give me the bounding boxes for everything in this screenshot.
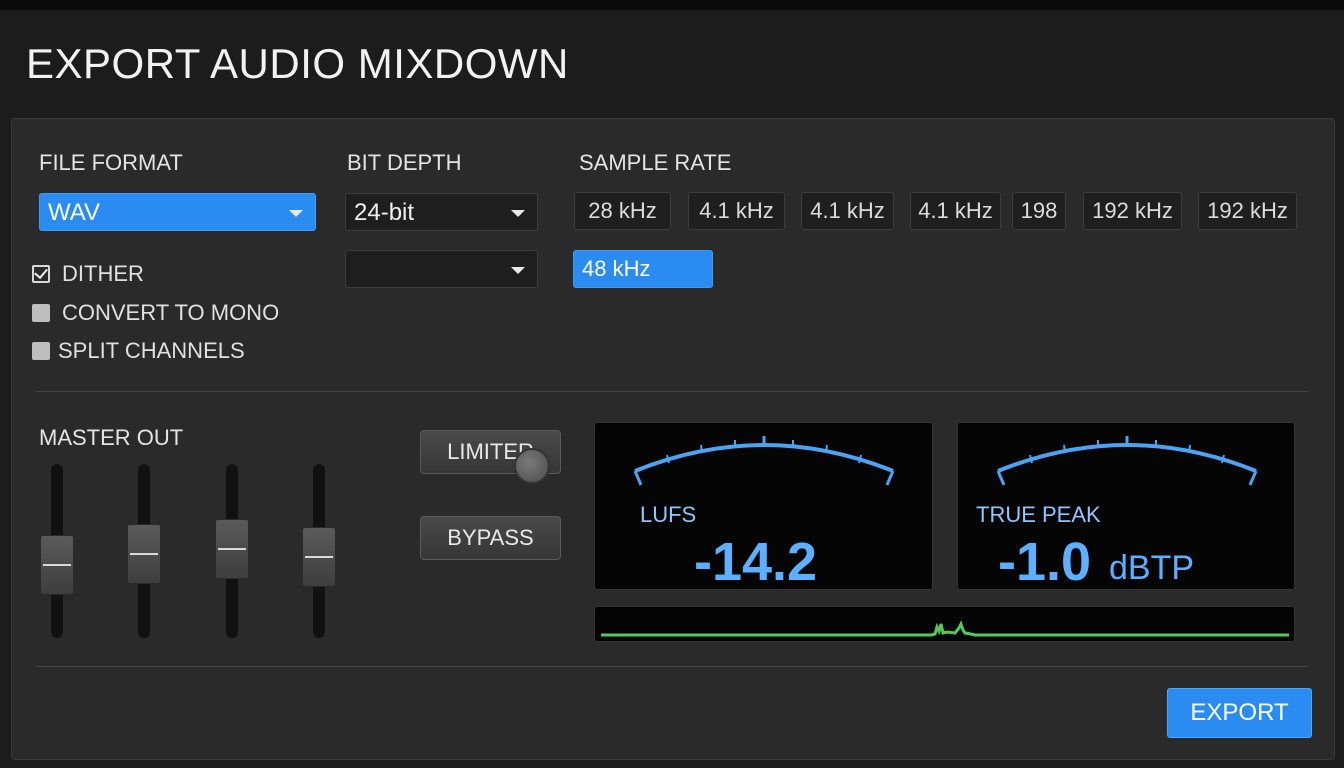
master-fader-4[interactable]: [302, 526, 336, 587]
waveform-display: [594, 606, 1295, 642]
sample-rate-chip[interactable]: 4.1 kHz: [801, 192, 894, 230]
master-out-label: MASTER OUT: [39, 425, 184, 450]
window-top-bar: [0, 0, 1344, 10]
export-button[interactable]: EXPORT: [1167, 688, 1312, 738]
lufs-meter: LUFS -14.2: [594, 422, 933, 592]
checkbox-checked-icon: [32, 265, 50, 283]
lufs-value: -14.2: [694, 532, 818, 592]
convert-to-mono-checkbox[interactable]: CONVERT TO MONO: [32, 300, 279, 326]
file-format-value: WAV: [48, 199, 100, 226]
master-fader-2[interactable]: [127, 524, 161, 585]
chevron-down-icon: [511, 210, 525, 217]
sample-rate-chip[interactable]: 28 kHz: [574, 192, 671, 230]
bit-depth-value: 24-bit: [354, 199, 415, 226]
checkbox-unchecked-icon: [32, 304, 50, 322]
section-divider: [36, 666, 1308, 667]
export-label: EXPORT: [1190, 699, 1289, 726]
true-peak-value: -1.0: [998, 532, 1092, 592]
waveform-line: [601, 620, 1289, 637]
dither-checkbox[interactable]: DITHER: [32, 261, 144, 287]
chevron-down-icon: [511, 267, 525, 274]
sample-rate-chip-selected[interactable]: 48 kHz: [573, 250, 713, 288]
split-channels-label: SPLIT CHANNELS: [58, 338, 245, 363]
convert-to-mono-label: CONVERT TO MONO: [62, 300, 280, 325]
checkbox-unchecked-icon: [32, 342, 50, 360]
limiter-knob[interactable]: [514, 448, 550, 484]
bit-depth-dropdown[interactable]: 24-bit: [345, 193, 538, 231]
file-format-label: FILE FORMAT: [39, 150, 183, 175]
true-peak-unit: dBTP: [1109, 549, 1195, 587]
file-format-dropdown[interactable]: WAV: [39, 193, 316, 231]
section-divider: [36, 391, 1308, 392]
bypass-label: BYPASS: [447, 525, 534, 550]
sample-rate-chip[interactable]: 192 kHz: [1083, 192, 1182, 230]
sample-rate-chip[interactable]: 4.1 kHz: [910, 192, 1001, 230]
sample-rate-chip[interactable]: 192 kHz: [1198, 192, 1297, 230]
sample-rate-chip[interactable]: 4.1 kHz: [688, 192, 785, 230]
bit-depth-secondary-dropdown[interactable]: [345, 250, 538, 288]
dither-label: DITHER: [62, 261, 144, 286]
chevron-down-icon: [289, 210, 303, 217]
master-fader-3[interactable]: [215, 518, 249, 579]
window-title: EXPORT AUDIO MIXDOWN: [26, 40, 569, 87]
bypass-button[interactable]: BYPASS: [420, 516, 561, 560]
split-channels-checkbox[interactable]: SPLIT CHANNELS: [32, 338, 245, 364]
sample-rate-chip[interactable]: 198: [1012, 192, 1066, 230]
lufs-label: LUFS: [640, 502, 697, 527]
sample-rate-label: SAMPLE RATE: [579, 150, 732, 175]
true-peak-label: TRUE PEAK: [976, 502, 1101, 527]
bit-depth-label: BIT DEPTH: [347, 150, 462, 175]
master-fader-1[interactable]: [40, 534, 74, 595]
true-peak-meter: TRUE PEAK -1.0 dBTP: [957, 422, 1295, 592]
true-peak-meter-scale: [996, 436, 1258, 486]
lufs-meter-scale: [633, 436, 895, 486]
